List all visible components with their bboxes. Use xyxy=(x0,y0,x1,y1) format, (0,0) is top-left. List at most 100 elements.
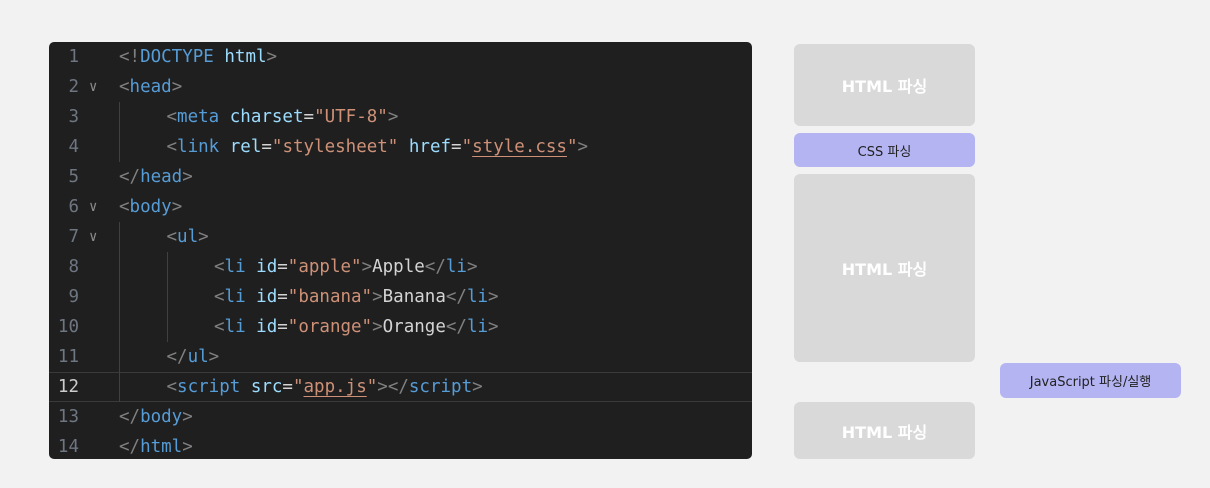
code-line: 14 </html> xyxy=(49,432,752,459)
code-token: script xyxy=(408,377,473,397)
code-token: body xyxy=(129,197,172,217)
code-token: </ xyxy=(424,257,446,277)
code-token: > xyxy=(488,287,499,307)
code-text: <li id="apple">Apple</li> xyxy=(214,252,478,282)
code-token: " xyxy=(292,377,304,397)
code-token: ul xyxy=(187,347,209,367)
code-line: 5 </head> xyxy=(49,162,752,192)
code-token: = xyxy=(261,137,272,157)
js-parse-block: JavaScript 파싱/실행 xyxy=(1000,363,1181,398)
code-token: id xyxy=(256,257,278,277)
code-line: 11 </ul> xyxy=(49,342,752,372)
code-line: 10 <li id="orange">Orange</li> xyxy=(49,312,752,342)
indent-guide xyxy=(119,102,120,162)
code-token: > xyxy=(171,197,183,217)
code-token: link xyxy=(177,137,220,157)
code-token: li xyxy=(224,317,246,337)
code-token: body xyxy=(140,407,183,427)
html-parse-block-2: HTML 파싱 xyxy=(794,174,975,362)
code-token: html xyxy=(140,437,183,457)
code-token: "UTF-8" xyxy=(314,107,388,127)
code-token: href xyxy=(408,137,452,157)
code-token: < xyxy=(214,317,225,337)
fold-chevron-icon[interactable]: ∨ xyxy=(89,192,97,222)
code-token: src xyxy=(250,377,283,397)
code-token: > xyxy=(182,407,193,427)
code-token: > xyxy=(171,77,183,97)
code-token: script xyxy=(177,377,241,397)
code-token: > xyxy=(372,317,383,337)
code-token: > xyxy=(577,137,589,157)
code-line: 12 <script src="app.js"></script> xyxy=(49,372,752,402)
code-token: Apple xyxy=(372,257,425,277)
code-token: < xyxy=(166,227,178,247)
code-token: meta xyxy=(177,107,220,127)
code-token: = xyxy=(303,107,315,127)
code-line: 7 ∨ <ul> xyxy=(49,222,752,252)
code-editor: 1 <!DOCTYPE html> 2 ∨ <head> 3 <meta charset="… xyxy=(49,42,752,459)
css-parse-block: CSS 파싱 xyxy=(794,133,975,167)
code-token: = xyxy=(451,137,462,157)
fold-chevron-icon[interactable]: ∨ xyxy=(89,222,97,252)
code-token[interactable]: style.css xyxy=(472,137,567,157)
code-token: > xyxy=(387,107,399,127)
code-token: "banana" xyxy=(287,287,373,307)
html-parse-block-1: HTML 파싱 xyxy=(794,44,975,126)
line-number: 5 xyxy=(68,167,79,187)
line-number: 10 xyxy=(57,317,79,337)
code-token: li xyxy=(224,287,246,307)
code-token: </ xyxy=(166,347,188,367)
code-token: id xyxy=(256,287,278,307)
code-token: < xyxy=(119,197,130,217)
code-token: "apple" xyxy=(287,257,362,277)
code-token: <! xyxy=(119,47,141,67)
code-text: </ul> xyxy=(167,342,220,372)
code-token: > xyxy=(182,437,193,457)
code-token: li xyxy=(466,317,489,337)
code-text: <head> xyxy=(119,72,182,102)
indent-guide xyxy=(119,222,120,402)
code-token: = xyxy=(277,317,288,337)
code-token: > xyxy=(182,167,193,187)
code-token: head xyxy=(140,167,183,187)
code-token: "stylesheet" xyxy=(271,137,399,157)
code-text: <li id="orange">Orange</li> xyxy=(214,312,499,342)
line-number: 2 xyxy=(68,77,79,97)
code-token: = xyxy=(277,257,288,277)
code-token: Banana xyxy=(382,287,446,307)
fold-chevron-icon[interactable]: ∨ xyxy=(89,72,97,102)
code-line: 13 </body> xyxy=(49,402,752,432)
code-token: " xyxy=(566,137,578,157)
html-parse-label-3: HTML 파싱 xyxy=(841,422,928,442)
code-token: < xyxy=(166,377,178,397)
code-token: li xyxy=(445,257,467,277)
code-text: <!DOCTYPE html> xyxy=(119,42,277,72)
code-text: <li id="banana">Banana</li> xyxy=(214,282,499,312)
code-token: > xyxy=(488,317,499,337)
code-token: > xyxy=(466,257,478,277)
html-parse-label-2: HTML 파싱 xyxy=(841,260,928,279)
code-token: > xyxy=(266,47,278,67)
code-token[interactable]: app.js xyxy=(304,377,367,397)
code-token: </ xyxy=(445,317,467,337)
code-token: "orange" xyxy=(287,317,373,337)
code-text: </body> xyxy=(119,402,193,432)
code-token: < xyxy=(166,107,178,127)
code-token: </ xyxy=(119,407,141,427)
line-number: 13 xyxy=(57,407,79,427)
code-token: ul xyxy=(177,227,199,247)
code-token: DOCTYPE xyxy=(140,47,214,67)
line-number: 8 xyxy=(68,257,79,277)
code-token: = xyxy=(277,287,288,307)
code-token: </ xyxy=(119,437,141,457)
code-token: " xyxy=(461,137,473,157)
code-token: < xyxy=(214,257,225,277)
code-token: > xyxy=(472,377,483,397)
js-parse-label: JavaScript 파싱/실행 xyxy=(1029,375,1152,390)
css-parse-label: CSS 파싱 xyxy=(857,144,912,160)
